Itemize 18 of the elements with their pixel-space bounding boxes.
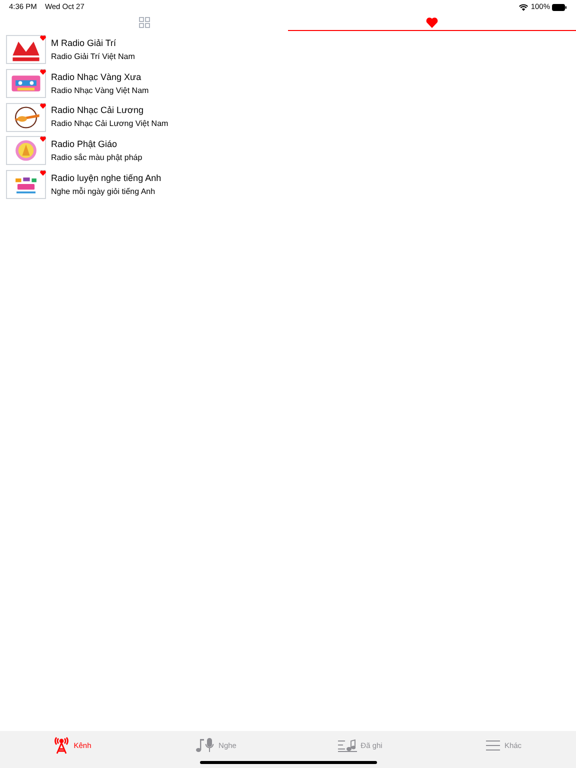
station-subtitle: Radio Nhạc Vàng Việt Nam xyxy=(51,86,149,96)
wifi-icon xyxy=(518,4,528,10)
music-mic-icon xyxy=(196,738,215,753)
antenna-icon xyxy=(52,737,70,754)
heart-icon xyxy=(426,16,438,28)
menu-icon xyxy=(486,740,500,751)
battery-icon xyxy=(552,4,567,10)
station-title[interactable]: M Radio Giải Trí xyxy=(51,38,135,49)
playlist-icon xyxy=(338,739,357,752)
station-subtitle: Radio Giải Trí Việt Nam xyxy=(51,52,135,62)
station-subtitle: Radio Nhạc Cải Lương Việt Nam xyxy=(51,119,168,130)
station-title[interactable]: Radio Phật Giáo xyxy=(51,138,142,150)
grid-icon xyxy=(138,16,150,28)
station-subtitle: Radio sắc màu phật pháp xyxy=(51,152,142,163)
station-title[interactable]: Radio Nhạc Vàng Xưa xyxy=(51,72,149,83)
station-title[interactable]: Radio Nhạc Cải Lương xyxy=(51,105,168,116)
station-title[interactable]: Radio luyện nghe tiếng Anh xyxy=(51,172,162,184)
station-subtitle: Nghe mỗi ngày giỏi tiếng Anh xyxy=(51,186,156,197)
